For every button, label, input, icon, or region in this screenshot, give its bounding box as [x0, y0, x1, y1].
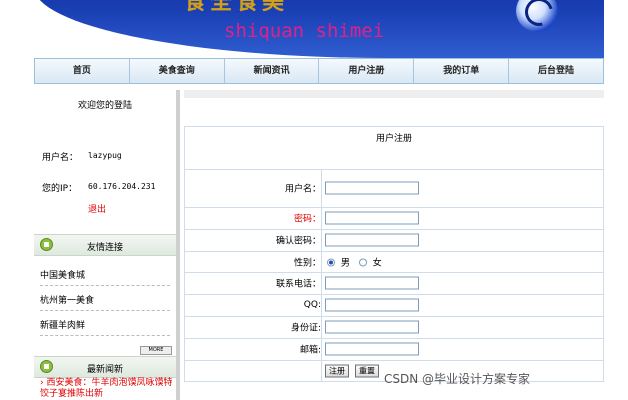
submit-button[interactable]: 注册 [325, 364, 349, 377]
ip-value: 60.176.204.231 [88, 182, 156, 191]
form-row-phone: 联系电话： [185, 272, 603, 295]
form-row-password: 密码： [185, 207, 603, 230]
csdn-watermark: CSDN @毕业设计方案专家 [384, 372, 531, 386]
news-section-header: 最新闻新 [34, 356, 176, 378]
friend-link[interactable]: 中国美食城 [40, 268, 170, 286]
username-label: 用户名： [42, 153, 79, 163]
site-title: 食全食美 [184, 0, 289, 15]
friend-link[interactable]: 新疆羊肉鲜 [40, 318, 170, 336]
logout-link[interactable]: 退出 [88, 202, 106, 215]
username-value: lazypug [88, 151, 122, 160]
links-section-title: 友情连接 [86, 243, 123, 253]
nav-my-orders[interactable]: 我的订单 [414, 59, 510, 83]
password-input[interactable] [325, 211, 419, 225]
id-card-input[interactable] [325, 320, 419, 334]
ip-label: 您的IP： [42, 184, 78, 194]
register-form: 用户注册 用户名： 密码： 确认密码： 性别： 男 女 联系电话： QQ: 身份… [184, 126, 604, 382]
form-row-qq: QQ: [185, 294, 603, 317]
nav-news[interactable]: 新闻资讯 [225, 59, 320, 83]
gender-field-label: 性别： [293, 258, 321, 268]
links-section-header: 友情连接 [34, 234, 176, 256]
reset-button[interactable]: 重置 [355, 364, 379, 377]
email-field-label: 邮箱: [299, 345, 321, 356]
welcome-title: 欢迎您的登陆 [77, 101, 132, 111]
friend-link[interactable]: 杭州第一美食 [40, 293, 170, 311]
gender-male-label: 男 [340, 258, 350, 268]
more-button[interactable]: MORE [140, 346, 172, 355]
qq-input[interactable] [325, 298, 419, 312]
nav-register[interactable]: 用户注册 [319, 59, 415, 83]
id-card-field-label: 身份证: [290, 323, 321, 334]
qq-field-label: QQ: [303, 300, 321, 310]
gender-female-radio[interactable] [358, 258, 367, 267]
news-section-title: 最新闻新 [86, 365, 123, 375]
email-input[interactable] [325, 342, 419, 356]
site-banner: 食全食美 shiquan shimei [34, 0, 604, 58]
form-row-id-card: 身份证: [185, 316, 603, 339]
form-row-email: 邮箱: [185, 338, 603, 361]
nav-home[interactable]: 首页 [35, 59, 130, 83]
gender-female-label: 女 [372, 258, 382, 268]
gender-radio-group: 男 女 [327, 255, 382, 268]
nav-admin-login[interactable]: 后台登陆 [509, 59, 603, 83]
content-top-bar [184, 90, 604, 98]
news-item-text: 西安美食：牛羊肉泡馍凤咏馍特 饺子宴推陈出新 [40, 378, 173, 399]
phone-field-label: 联系电话： [275, 279, 321, 290]
site-subtitle: shiquan shimei [224, 20, 385, 42]
gender-male-radio[interactable] [327, 258, 335, 267]
sidebar: 欢迎您的登陆 用户名： lazypug 您的IP： 60.176.204.231… [34, 90, 180, 400]
confirm-password-field-label: 确认密码： [275, 236, 321, 247]
form-header: 用户注册 [185, 127, 603, 170]
form-row-gender: 性别： 男 女 [185, 251, 603, 273]
form-row-username: 用户名： [185, 169, 603, 208]
main-nav: 首页 美食查询 新闻资讯 用户注册 我的订单 后台登陆 [34, 58, 604, 84]
username-input[interactable] [325, 181, 419, 195]
confirm-password-input[interactable] [325, 233, 419, 247]
username-field-label: 用户名： [284, 184, 321, 195]
nav-food-search[interactable]: 美食查询 [130, 59, 225, 83]
phone-input[interactable] [325, 276, 419, 290]
news-item[interactable]: › 西安美食：牛羊肉泡馍凤咏馍特 饺子宴推陈出新 [40, 378, 174, 400]
form-row-confirm-password: 确认密码： [185, 229, 603, 252]
form-title: 用户注册 [375, 134, 412, 144]
password-field-label: 密码： [293, 214, 321, 225]
